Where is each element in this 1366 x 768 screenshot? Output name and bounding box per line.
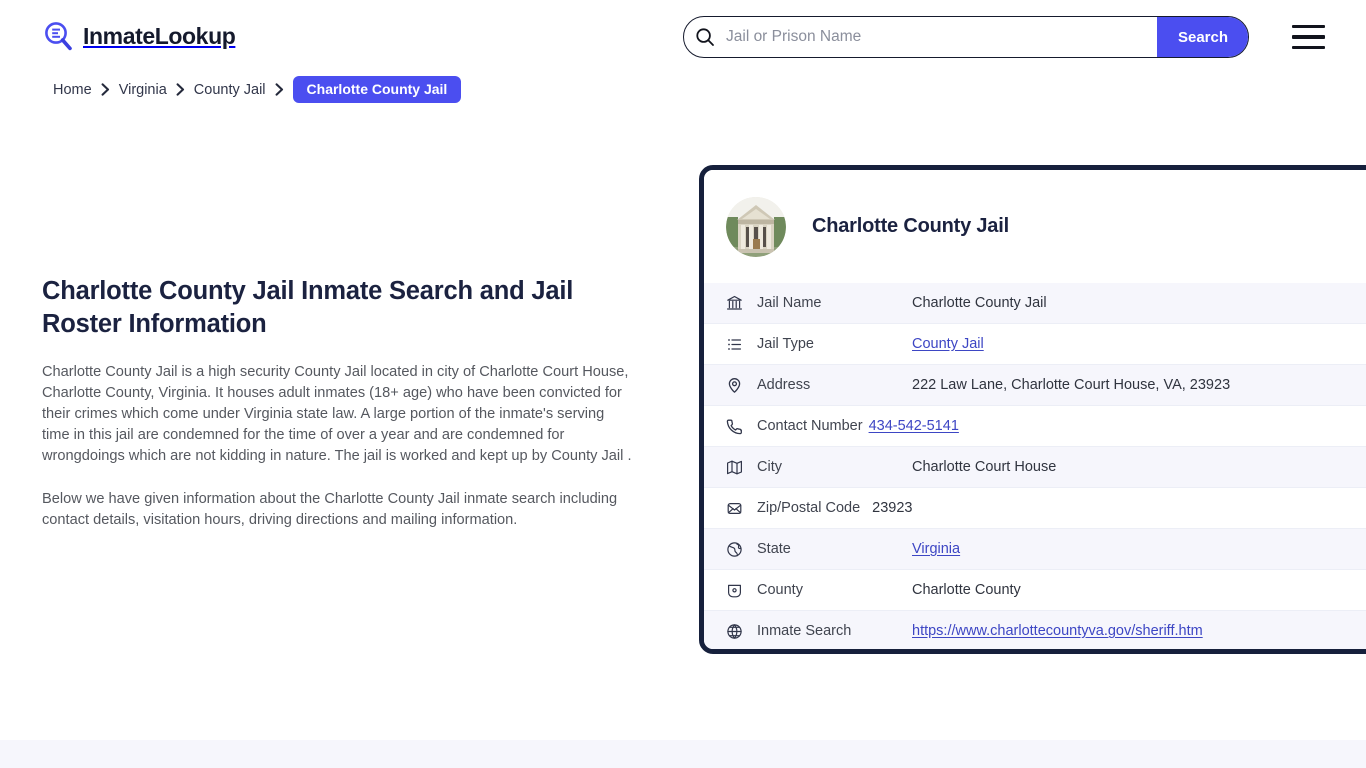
card-header: Charlotte County Jail xyxy=(704,170,1366,283)
hamburger-menu-icon[interactable] xyxy=(1292,25,1325,49)
breadcrumb-item-virginia[interactable]: Virginia xyxy=(119,82,167,98)
main-content: Charlotte County Jail Inmate Search and … xyxy=(42,275,642,531)
map-icon xyxy=(725,458,743,476)
row-value-link[interactable]: Virginia xyxy=(912,541,960,557)
row-label: County xyxy=(757,582,803,598)
row-value-link[interactable]: County Jail xyxy=(912,336,984,352)
row-value: Charlotte County xyxy=(912,582,1021,598)
search-input[interactable] xyxy=(726,17,1157,57)
search-button[interactable]: Search xyxy=(1157,17,1248,57)
description-paragraph-1: Charlotte County Jail is a high security… xyxy=(42,364,632,465)
card-title: Charlotte County Jail xyxy=(812,215,1009,237)
magnifier-list-icon xyxy=(42,20,74,52)
brand-name: InmateLookup xyxy=(83,22,236,49)
hamburger-bar xyxy=(1292,45,1325,49)
description-paragraph-2: Below we have given information about th… xyxy=(42,491,618,529)
row-label: Jail Name xyxy=(757,295,822,311)
jail-details-table: Jail Name Charlotte County Jail Jail Typ… xyxy=(704,283,1366,649)
bank-icon xyxy=(725,294,743,312)
table-row: City Charlotte Court House xyxy=(704,447,1366,488)
row-label: Inmate Search xyxy=(757,623,852,639)
row-label: Zip/Postal Code xyxy=(757,500,861,516)
table-row: Address 222 Law Lane, Charlotte Court Ho… xyxy=(704,365,1366,406)
table-row: Zip/Postal Code 23923 xyxy=(704,488,1366,529)
table-row: Jail Type County Jail xyxy=(704,324,1366,365)
hamburger-bar xyxy=(1292,35,1325,39)
breadcrumb: Home Virginia County Jail Charlotte Coun… xyxy=(53,76,462,103)
shield-icon xyxy=(725,581,743,599)
breadcrumb-item-home[interactable]: Home xyxy=(53,82,92,98)
row-label: City xyxy=(757,459,782,475)
row-value: Charlotte Court House xyxy=(912,459,1057,475)
row-label: Address xyxy=(757,377,811,393)
jail-info-card: Charlotte County Jail Jail Name Charlott… xyxy=(699,165,1366,654)
breadcrumb-item-county-jail[interactable]: County Jail xyxy=(194,82,266,98)
row-label: State xyxy=(757,541,791,557)
courthouse-photo xyxy=(726,196,786,257)
row-value-link[interactable]: 434-542-5141 xyxy=(869,418,959,434)
row-value-link[interactable]: https://www.charlottecountyva.gov/sherif… xyxy=(912,623,1203,639)
table-row: State Virginia xyxy=(704,529,1366,570)
table-row: Contact Number 434-542-5141 xyxy=(704,406,1366,447)
list-icon xyxy=(725,335,743,353)
hamburger-bar xyxy=(1292,25,1325,29)
row-label: Contact Number xyxy=(757,418,863,434)
globe-icon xyxy=(725,540,743,558)
search-icon xyxy=(684,17,726,57)
breadcrumb-item-current: Charlotte County Jail xyxy=(292,76,462,103)
table-row: Inmate Search https://www.charlottecount… xyxy=(704,611,1366,649)
chevron-right-icon xyxy=(176,83,185,96)
row-label: Jail Type xyxy=(757,336,814,352)
table-row: Jail Name Charlotte County Jail xyxy=(704,283,1366,324)
phone-icon xyxy=(725,417,743,435)
envelope-icon xyxy=(725,499,743,517)
chevron-right-icon xyxy=(101,83,110,96)
map-pin-icon xyxy=(725,376,743,394)
row-value: 23923 xyxy=(872,500,913,516)
row-value: 222 Law Lane, Charlotte Court House, VA,… xyxy=(912,377,1231,393)
row-value: Charlotte County Jail xyxy=(912,295,1047,311)
table-row: County Charlotte County xyxy=(704,570,1366,611)
chevron-right-icon xyxy=(275,83,284,96)
site-logo[interactable]: InmateLookup xyxy=(42,20,236,52)
site-header: InmateLookup Search xyxy=(0,0,1366,74)
web-icon xyxy=(725,622,743,640)
footer-band xyxy=(0,740,1366,768)
search-bar[interactable]: Search xyxy=(683,16,1249,58)
page-title: Charlotte County Jail Inmate Search and … xyxy=(42,277,574,338)
